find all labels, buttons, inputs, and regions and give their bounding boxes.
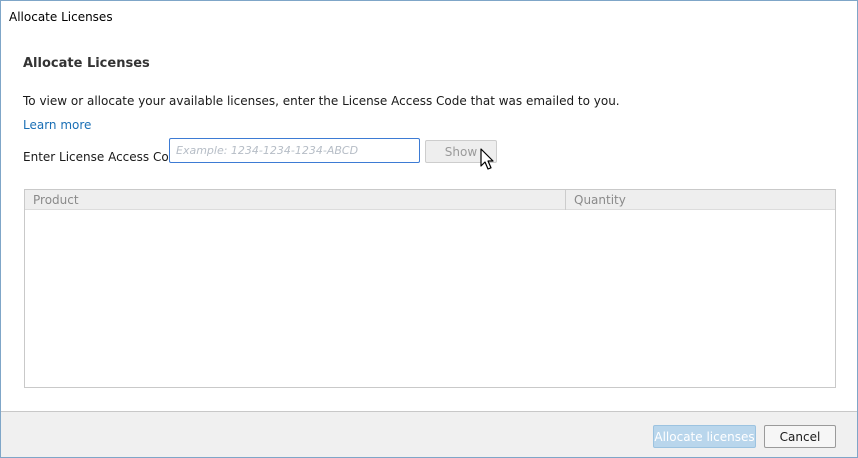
allocate-licenses-button[interactable]: Allocate licenses	[653, 425, 756, 448]
dialog-footer: Allocate licenses Cancel	[1, 411, 857, 457]
mouse-pointer-icon	[480, 148, 494, 170]
licenses-table: Product Quantity	[24, 189, 836, 388]
title-bar[interactable]: Allocate Licenses	[1, 1, 857, 31]
window-title: Allocate Licenses	[9, 10, 113, 24]
page-heading: Allocate Licenses	[23, 56, 150, 71]
column-header-quantity[interactable]: Quantity	[574, 193, 626, 207]
license-code-label: Enter License Access Code:	[23, 150, 188, 164]
cancel-button[interactable]: Cancel	[764, 425, 836, 448]
allocate-licenses-dialog: Allocate Licenses Allocate Licenses To v…	[0, 0, 858, 458]
license-code-input[interactable]	[169, 138, 420, 163]
column-header-product[interactable]: Product	[33, 193, 79, 207]
learn-more-link[interactable]: Learn more	[23, 118, 91, 132]
dialog-content: Allocate Licenses To view or allocate yo…	[1, 31, 857, 411]
column-divider[interactable]	[565, 190, 566, 210]
table-header: Product Quantity	[25, 190, 835, 210]
instructions-text: To view or allocate your available licen…	[23, 94, 620, 108]
